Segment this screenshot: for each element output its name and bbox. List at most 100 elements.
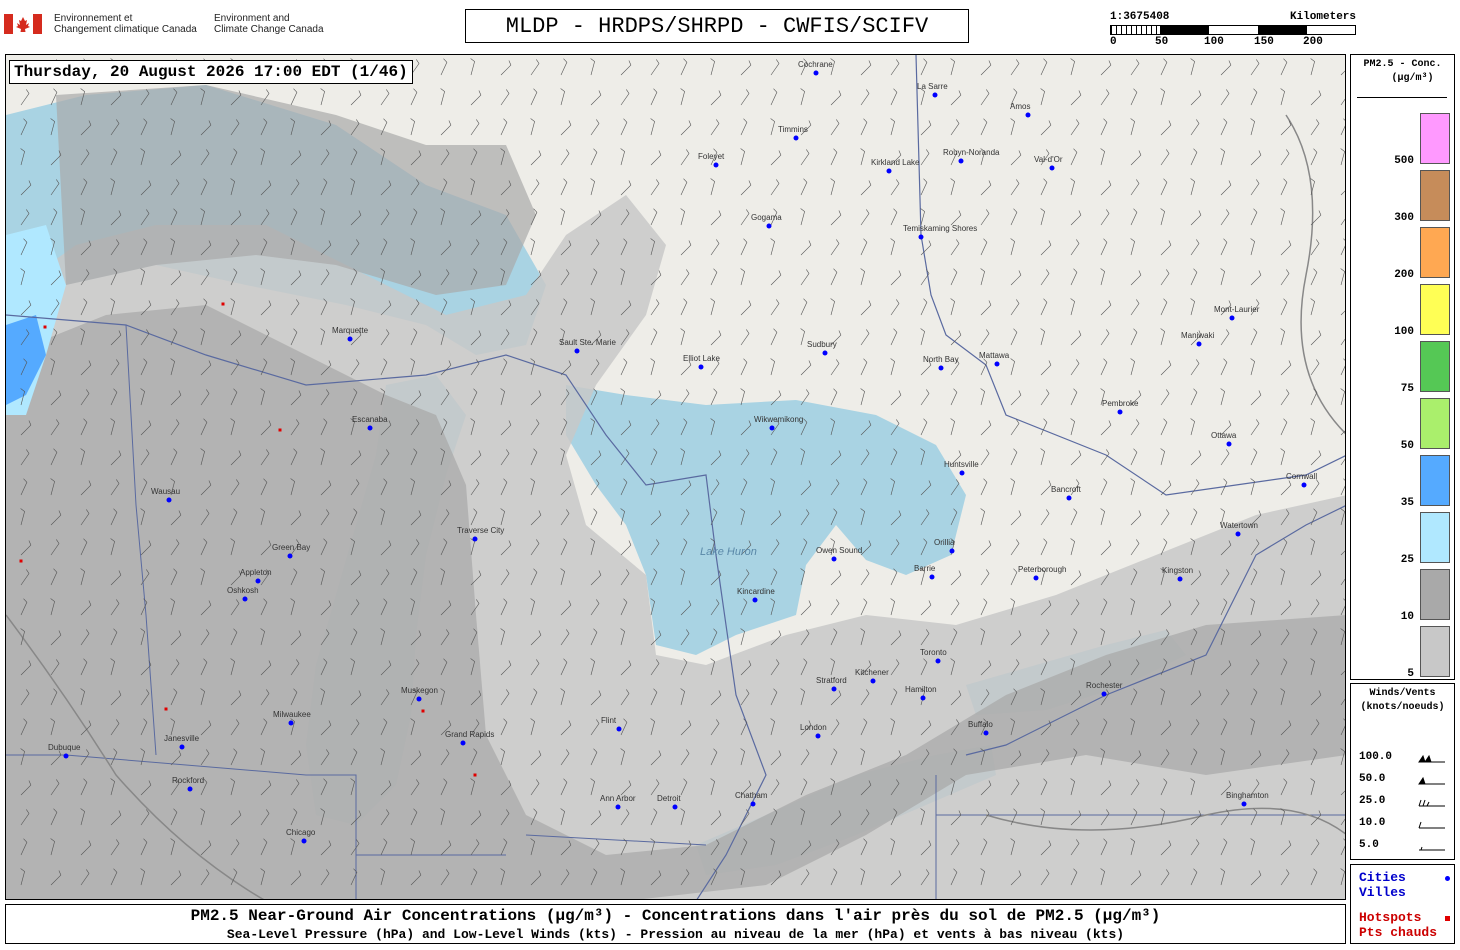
city-marker[interactable] <box>831 556 837 562</box>
city-marker[interactable] <box>1196 341 1202 347</box>
city-marker[interactable] <box>574 348 580 354</box>
wind-barb <box>1010 478 1015 496</box>
city-marker[interactable] <box>938 365 944 371</box>
city-marker[interactable] <box>1177 576 1183 582</box>
wind-barb <box>1010 358 1015 376</box>
city-marker[interactable] <box>983 730 989 736</box>
wind-barb <box>560 149 570 166</box>
city-marker[interactable] <box>347 336 353 342</box>
wind-barb <box>1010 270 1022 286</box>
legend-swatch-35 <box>1420 455 1450 506</box>
city-marker[interactable] <box>994 361 1000 367</box>
city-marker[interactable] <box>769 425 775 431</box>
wind-barb <box>1340 238 1345 256</box>
city-marker[interactable] <box>935 658 941 664</box>
city-marker[interactable] <box>63 753 69 759</box>
city-marker[interactable] <box>813 70 819 76</box>
city-marker[interactable] <box>242 596 248 602</box>
hotspot-marker[interactable] <box>278 428 282 432</box>
city-marker[interactable] <box>959 470 965 476</box>
city-marker[interactable] <box>920 695 926 701</box>
city-marker[interactable] <box>416 696 422 702</box>
city-marker[interactable] <box>766 223 772 229</box>
hotspot-marker[interactable] <box>19 559 23 563</box>
wind-barb <box>530 118 535 136</box>
city-marker[interactable] <box>1226 441 1232 447</box>
wind-barb <box>680 208 685 226</box>
city-marker[interactable] <box>793 135 799 141</box>
map-canvas[interactable]: Lake Huron Cochrane Timmins Foleyet Kirklan… <box>5 54 1346 900</box>
city-marker[interactable] <box>929 574 935 580</box>
wind-barb <box>1130 539 1140 556</box>
wind-barb <box>1220 329 1230 346</box>
city-marker[interactable] <box>187 786 193 792</box>
city-marker[interactable] <box>472 536 478 542</box>
city-marker[interactable] <box>179 744 185 750</box>
city-label: Chatham <box>735 791 768 800</box>
city-marker[interactable] <box>1066 495 1072 501</box>
city-marker[interactable] <box>932 92 938 98</box>
city-marker[interactable] <box>822 350 828 356</box>
lake-huron-label: Lake Huron <box>700 546 757 558</box>
city-marker[interactable] <box>1033 575 1039 581</box>
wind-barb <box>1310 388 1318 406</box>
wind-barb <box>1190 210 1202 226</box>
city-marker[interactable] <box>1301 482 1307 488</box>
wind-barb <box>1010 419 1020 436</box>
wind-barb <box>950 570 962 586</box>
hotspot-marker[interactable] <box>164 707 168 711</box>
city-marker[interactable] <box>301 838 307 844</box>
city-marker[interactable] <box>255 578 261 584</box>
city-marker[interactable] <box>752 597 758 603</box>
wind-barb <box>890 179 900 196</box>
wind-barb <box>1190 148 1198 166</box>
wind-barb <box>1250 179 1260 196</box>
city-label: Temiskaming Shores <box>903 224 978 233</box>
city-marker[interactable] <box>870 678 876 684</box>
city-marker[interactable] <box>1117 409 1123 415</box>
city-marker[interactable] <box>1049 165 1055 171</box>
wind-barb <box>1100 449 1110 466</box>
city-marker[interactable] <box>886 168 892 174</box>
wind-barb <box>710 210 722 226</box>
wind-barb <box>1040 58 1048 76</box>
city-marker[interactable] <box>815 733 821 739</box>
city-marker[interactable] <box>949 548 955 554</box>
city-marker[interactable] <box>831 686 837 692</box>
city-marker[interactable] <box>1235 531 1241 537</box>
city-marker[interactable] <box>616 726 622 732</box>
wind-barb <box>410 118 415 136</box>
city-marker[interactable] <box>1101 691 1107 697</box>
wind-barb <box>1100 209 1110 226</box>
city-marker[interactable] <box>1025 112 1031 118</box>
hotspot-marker[interactable] <box>43 325 47 329</box>
city-label: Barrie <box>914 564 936 573</box>
city-marker[interactable] <box>460 740 466 746</box>
city-marker[interactable] <box>287 553 293 559</box>
wind-barb <box>890 328 898 346</box>
city-marker[interactable] <box>367 425 373 431</box>
city-marker[interactable] <box>672 804 678 810</box>
hotspot-marker[interactable] <box>221 302 225 306</box>
city-label: Wausau <box>151 487 181 496</box>
wind-barb <box>1100 118 1108 136</box>
scale-bar: 1:3675408 Kilometers 0 50 100 150 200 <box>1110 11 1356 51</box>
city-marker[interactable] <box>166 497 172 503</box>
wind-barb <box>1070 119 1080 136</box>
hotspot-marker[interactable] <box>473 773 477 777</box>
city-marker[interactable] <box>1229 315 1235 321</box>
city-marker[interactable] <box>288 720 294 726</box>
city-marker[interactable] <box>750 801 756 807</box>
wind-barb <box>1040 538 1048 556</box>
hotspot-marker[interactable] <box>421 709 425 713</box>
city-label: Owen Sound <box>816 546 863 555</box>
city-marker[interactable] <box>918 234 924 240</box>
city-marker[interactable] <box>1241 801 1247 807</box>
wind-barb <box>1340 388 1345 406</box>
wind-barb <box>800 178 808 196</box>
scale-tick: 100 <box>1204 36 1224 48</box>
city-marker[interactable] <box>958 158 964 164</box>
city-marker[interactable] <box>698 364 704 370</box>
city-marker[interactable] <box>615 804 621 810</box>
city-marker[interactable] <box>713 162 719 168</box>
